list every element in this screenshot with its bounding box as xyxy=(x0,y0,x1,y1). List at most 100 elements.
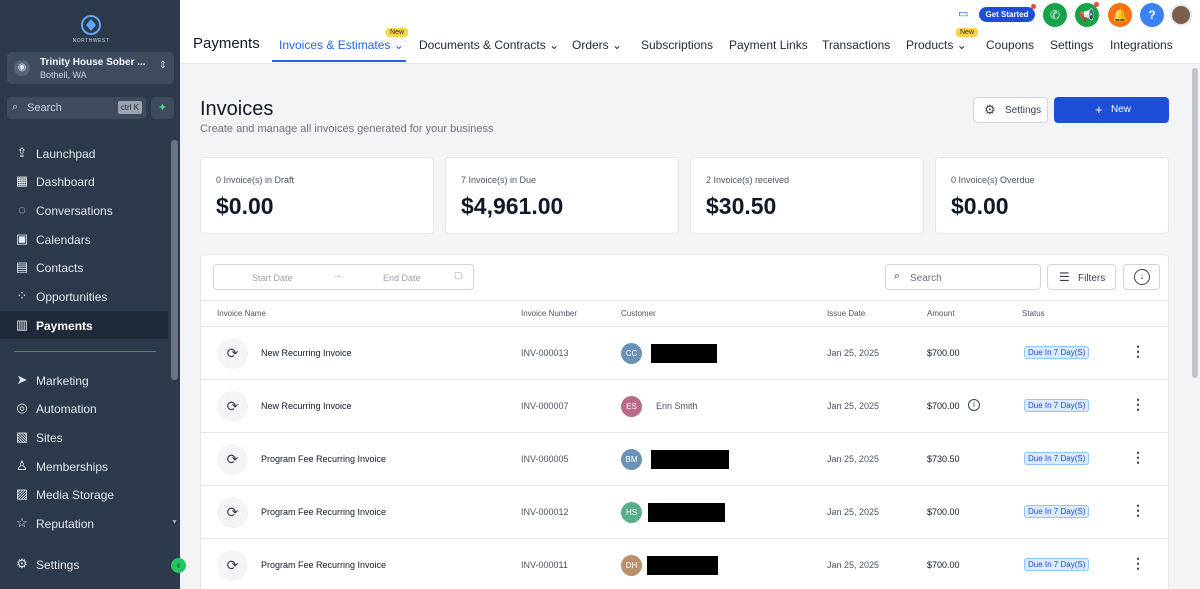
scrollbar-thumb[interactable] xyxy=(1192,68,1198,378)
tab-label: Payment Links xyxy=(729,38,808,52)
tab-coupons[interactable]: Coupons xyxy=(986,38,1034,52)
tab-payment-links[interactable]: Payment Links xyxy=(729,38,808,52)
column-header[interactable]: Status xyxy=(1022,309,1045,318)
new-invoice-button[interactable]: + New xyxy=(1054,97,1169,123)
sidebar-item-automation[interactable]: ◎ Automation xyxy=(0,394,168,422)
star-icon: ☆ xyxy=(16,515,28,530)
sidebar-item-contacts[interactable]: ▤ Contacts xyxy=(0,253,168,281)
sidebar-item-dashboard[interactable]: ▦ Dashboard xyxy=(0,167,168,195)
sidebar-item-reputation[interactable]: ☆ Reputation xyxy=(0,509,168,537)
image-icon: ▨ xyxy=(15,486,29,501)
gear-icon: ⚙ xyxy=(984,102,996,117)
customer-avatar: HS xyxy=(621,502,642,523)
sidebar-item-label: Sites xyxy=(36,431,63,445)
tab-subscriptions[interactable]: Subscriptions xyxy=(641,38,713,52)
more-options-icon[interactable]: ⋮ xyxy=(1131,343,1145,360)
invoice-number: INV-000005 xyxy=(521,454,569,464)
amount: $730.50 xyxy=(927,454,960,464)
gear-icon: ⚙ xyxy=(16,556,28,571)
sidebar-item-launchpad[interactable]: ⇪ Launchpad xyxy=(0,139,168,167)
tab-invoices-estimates[interactable]: Invoices & Estimates ⌄ xyxy=(279,38,404,52)
scroll-down-arrow-icon[interactable]: ▼ xyxy=(171,519,178,526)
sidebar-collapse-button[interactable]: ‹ xyxy=(171,558,186,573)
tab-orders[interactable]: Orders ⌄ xyxy=(572,38,622,52)
account-switcher[interactable]: ◉ Trinity House Sober ... Bothell, WA ⇕ xyxy=(7,52,174,84)
table-row[interactable]: ⟳ New Recurring Invoice INV-000007 ES Er… xyxy=(201,380,1168,433)
ai-spark-button[interactable]: ✦ xyxy=(151,97,174,119)
card-label: 0 Invoice(s) in Draft xyxy=(216,175,295,185)
invoice-number: INV-000013 xyxy=(521,348,569,358)
sidebar-item-payments[interactable]: ▥ Payments xyxy=(0,311,168,339)
tab-products[interactable]: Products ⌄ xyxy=(906,38,967,52)
logo-text: NORTHWEST xyxy=(72,38,110,44)
status-badge: Due In 7 Day(S) xyxy=(1024,505,1090,518)
chat-icon: ◌ xyxy=(18,202,26,217)
filter-icon: ☰ xyxy=(1059,270,1070,284)
automation-icon: ◎ xyxy=(16,400,28,415)
more-options-icon[interactable]: ⋮ xyxy=(1131,449,1145,466)
search-shortcut: ctrl K xyxy=(117,101,142,114)
get-started-button[interactable]: Get Started xyxy=(979,7,1035,22)
tab-label: Orders xyxy=(572,38,609,52)
sidebar-item-settings[interactable]: ⚙ Settings xyxy=(0,550,168,578)
sidebar-item-media-storage[interactable]: ▨ Media Storage xyxy=(0,480,168,508)
sidebar-item-conversations[interactable]: ◌ Conversations xyxy=(0,196,168,224)
tab-transactions[interactable]: Transactions xyxy=(822,38,890,52)
column-header[interactable]: Invoice Name xyxy=(217,309,266,318)
sidebar-scrollbar[interactable] xyxy=(171,140,178,380)
table-row[interactable]: ⟳ Program Fee Recurring Invoice INV-0000… xyxy=(201,539,1168,589)
summary-card-overdue: 0 Invoice(s) Overdue $0.00 xyxy=(935,157,1169,234)
table-row[interactable]: ⟳ Program Fee Recurring Invoice INV-0000… xyxy=(201,433,1168,486)
invoices-table-panel: Start Date → End Date ▢ ⌕ Search ☰ Filte… xyxy=(200,254,1169,589)
end-date-placeholder: End Date xyxy=(383,273,421,283)
filters-button[interactable]: ☰ Filters xyxy=(1047,264,1116,290)
sidebar-item-sites[interactable]: ▧ Sites xyxy=(0,423,168,451)
column-header[interactable]: Issue Date xyxy=(827,309,865,318)
tab-settings[interactable]: Settings xyxy=(1050,38,1093,52)
help-icon[interactable]: ? xyxy=(1140,3,1164,27)
sidebar-item-label: Launchpad xyxy=(36,147,96,161)
status-badge: Due In 7 Day(S) xyxy=(1024,399,1090,412)
new-badge: New xyxy=(956,28,979,37)
invoice-search-input[interactable]: ⌕ Search xyxy=(885,264,1041,290)
sidebar-item-label: Contacts xyxy=(36,261,84,275)
recurring-icon: ⟳ xyxy=(217,444,248,475)
grid-icon: ▦ xyxy=(15,173,29,188)
phone-icon[interactable]: ✆ xyxy=(1043,3,1067,27)
more-options-icon[interactable]: ⋮ xyxy=(1131,502,1145,519)
sidebar-item-calendars[interactable]: ▣ Calendars xyxy=(0,225,168,253)
start-date-placeholder: Start Date xyxy=(252,273,293,283)
sidebar-item-label: Calendars xyxy=(36,233,91,247)
table-row[interactable]: ⟳ Program Fee Recurring Invoice INV-0000… xyxy=(201,486,1168,539)
amount: $700.00 xyxy=(927,401,960,411)
bell-icon[interactable]: 🔔 xyxy=(1108,3,1132,27)
tab-documents-contracts[interactable]: Documents & Contracts ⌄ xyxy=(419,38,559,52)
sidebar-item-marketing[interactable]: ➤ Marketing xyxy=(0,366,168,394)
column-header[interactable]: Customer xyxy=(621,309,656,318)
plus-icon: + xyxy=(1095,102,1103,117)
table-row[interactable]: ⟳ New Recurring Invoice INV-000013 CC Ja… xyxy=(201,327,1168,380)
get-started-widget[interactable]: ▭ Get Started xyxy=(958,4,1036,24)
sidebar-item-memberships[interactable]: ♙ Memberships xyxy=(0,452,168,480)
status-badge: Due In 7 Day(S) xyxy=(1024,452,1090,465)
sidebar-item-opportunities[interactable]: ⁘ Opportunities xyxy=(0,282,168,310)
tab-integrations[interactable]: Integrations xyxy=(1110,38,1173,52)
button-label: New xyxy=(1111,104,1132,115)
sidebar-item-label: Media Storage xyxy=(36,488,115,502)
sidebar: NORTHWEST ◉ Trinity House Sober ... Both… xyxy=(0,0,186,589)
notification-dot xyxy=(1094,2,1099,7)
sidebar-item-label: Reputation xyxy=(36,517,95,531)
download-button[interactable]: ↓ xyxy=(1123,264,1160,290)
card-value: $0.00 xyxy=(951,193,1009,219)
invoice-settings-button[interactable]: ⚙ Settings xyxy=(973,97,1048,123)
more-options-icon[interactable]: ⋮ xyxy=(1131,396,1145,413)
user-avatar[interactable] xyxy=(1170,4,1192,26)
main-scrollbar[interactable] xyxy=(1190,64,1200,589)
recurring-icon: ⟳ xyxy=(217,550,248,581)
more-options-icon[interactable]: ⋮ xyxy=(1131,555,1145,572)
column-header[interactable]: Amount xyxy=(927,309,955,318)
date-range-picker[interactable]: Start Date → End Date ▢ xyxy=(213,264,474,290)
sidebar-search-input[interactable]: ⌕ Search ctrl K xyxy=(7,97,146,119)
column-header[interactable]: Invoice Number xyxy=(521,309,577,318)
info-icon[interactable]: i xyxy=(968,399,980,411)
